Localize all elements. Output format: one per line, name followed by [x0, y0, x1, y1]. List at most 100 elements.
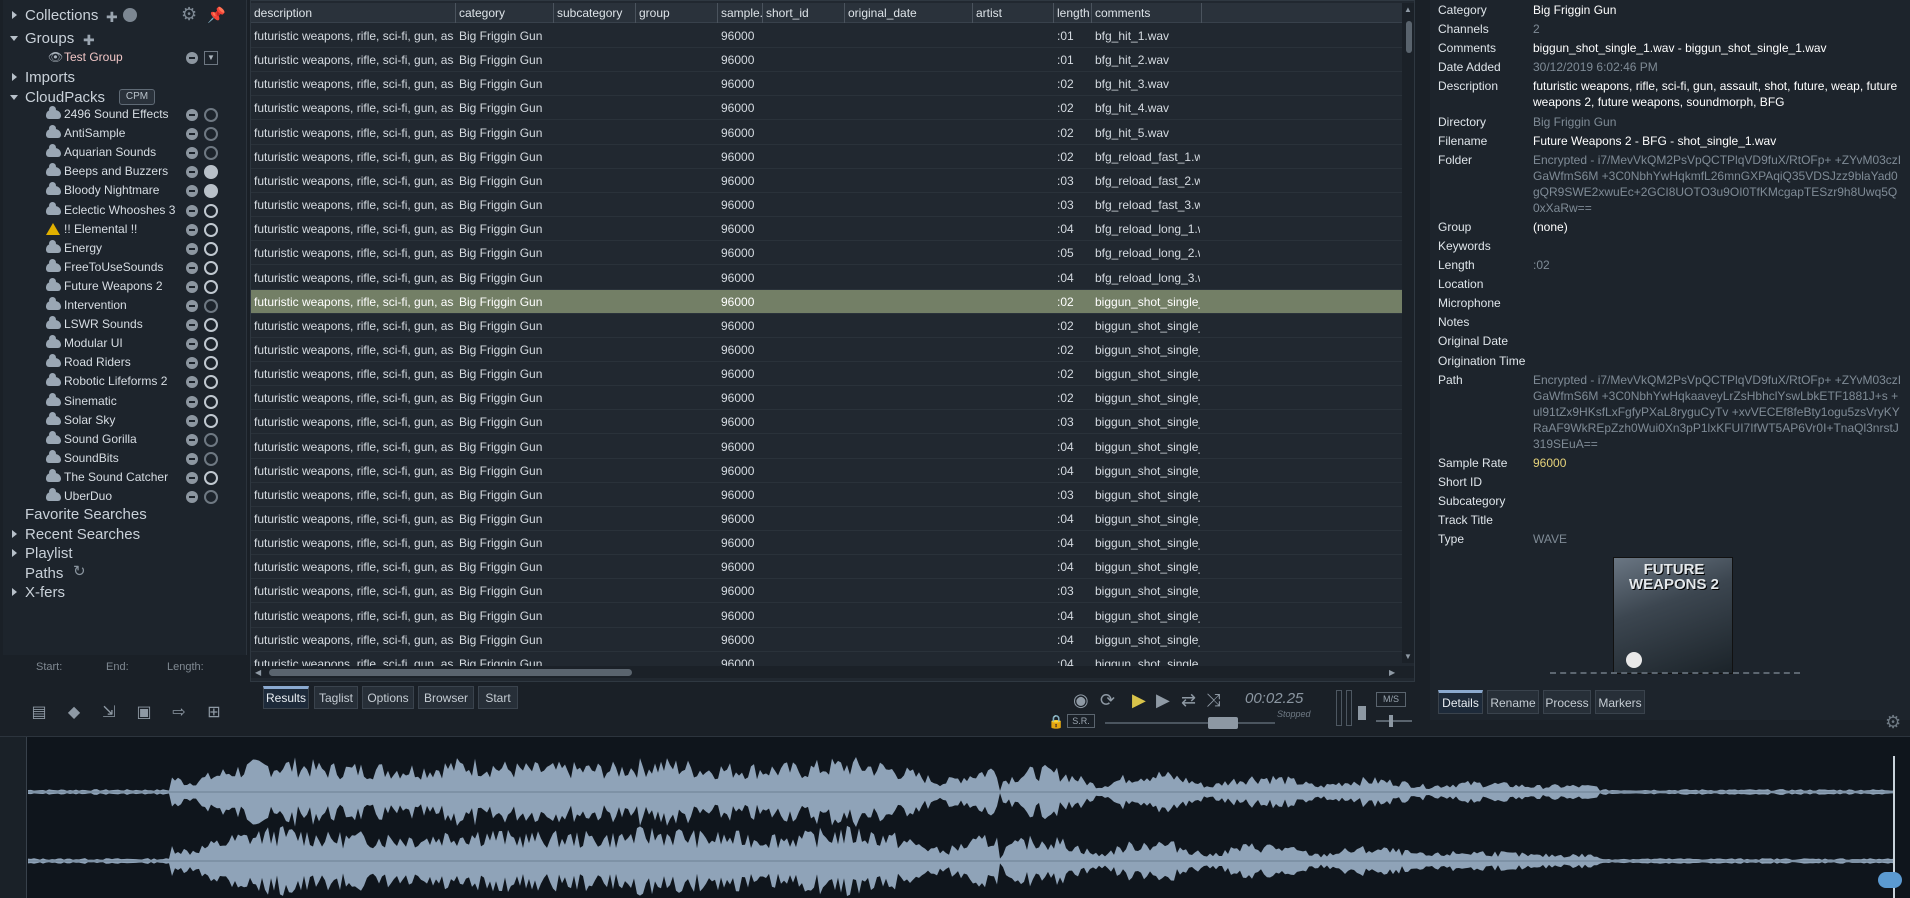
repeat-icon[interactable]: ⇄: [1181, 690, 1196, 711]
table-row[interactable]: futuristic weapons, rifle, sci-fi, gun, …: [251, 483, 1405, 507]
refresh-icon[interactable]: ↻: [73, 562, 86, 581]
collapse-arrow-icon[interactable]: [10, 95, 18, 100]
remove-icon[interactable]: [186, 109, 198, 121]
download-icon[interactable]: [204, 146, 218, 161]
collapse-arrow-icon[interactable]: [10, 36, 18, 41]
remove-icon[interactable]: [186, 147, 198, 160]
cpm-button[interactable]: CPM: [119, 89, 155, 105]
cloudpack-item[interactable]: Future Weapons 2: [3, 277, 246, 296]
download-icon[interactable]: [204, 413, 218, 428]
pin-icon[interactable]: 📌: [207, 6, 226, 25]
recent-searches-section[interactable]: Recent Searches: [3, 525, 246, 544]
table-row[interactable]: futuristic weapons, rifle, sci-fi, gun, …: [251, 48, 1405, 73]
cloudpack-item[interactable]: LSWR Sounds: [3, 315, 246, 334]
column-header[interactable]: description: [251, 3, 456, 23]
sample-rate-button[interactable]: S.R.: [1067, 714, 1095, 728]
import-icon[interactable]: ⇲: [97, 702, 121, 724]
cloudpack-item[interactable]: Sound Gorilla: [3, 430, 246, 449]
detail-value[interactable]: (none): [1533, 219, 1903, 235]
download-icon[interactable]: [204, 451, 218, 466]
cloudpack-item[interactable]: AntiSample: [3, 124, 246, 143]
table-row[interactable]: futuristic weapons, rifle, sci-fi, gun, …: [251, 579, 1405, 604]
download-icon[interactable]: [204, 394, 218, 409]
download-icon[interactable]: [204, 470, 218, 485]
paths-section[interactable]: Paths ↻: [3, 562, 246, 583]
xfers-section[interactable]: X-fers: [3, 583, 246, 602]
download-icon[interactable]: [204, 432, 218, 447]
cloudpack-item[interactable]: Beeps and Buzzers: [3, 162, 246, 181]
remove-icon[interactable]: [186, 300, 198, 312]
playlist-section[interactable]: Playlist: [3, 544, 246, 563]
tab-results[interactable]: Results: [263, 686, 309, 709]
remove-icon[interactable]: [186, 319, 198, 332]
table-row[interactable]: futuristic weapons, rifle, sci-fi, gun, …: [251, 314, 1405, 338]
gear-icon[interactable]: ⚙: [181, 5, 197, 24]
detail-value[interactable]: Big Friggin Gun: [1533, 114, 1903, 130]
table-row[interactable]: futuristic weapons, rifle, sci-fi, gun, …: [251, 24, 1405, 48]
table-row[interactable]: futuristic weapons, rifle, sci-fi, gun, …: [251, 507, 1405, 531]
record-icon[interactable]: ◉: [1073, 690, 1089, 711]
add-icon[interactable]: ✚: [106, 8, 118, 27]
remove-icon[interactable]: [186, 491, 198, 503]
remove-icon[interactable]: [186, 452, 198, 465]
column-header[interactable]: comments: [1092, 3, 1202, 23]
tab-options[interactable]: Options: [362, 686, 414, 709]
checkmark-icon[interactable]: [204, 184, 218, 199]
remove-icon[interactable]: [186, 204, 198, 217]
collections-section[interactable]: Collections ✚ ⚙ 📌: [3, 5, 246, 27]
expand-arrow-icon[interactable]: [12, 73, 17, 81]
expand-arrow-icon[interactable]: [12, 549, 17, 557]
table-row[interactable]: futuristic weapons, rifle, sci-fi, gun, …: [251, 289, 1405, 314]
table-row[interactable]: futuristic weapons, rifle, sci-fi, gun, …: [251, 241, 1405, 266]
remove-icon[interactable]: [186, 395, 198, 408]
download-icon[interactable]: [204, 375, 218, 390]
scroll-right-icon[interactable]: ▶: [1389, 668, 1395, 677]
download-icon[interactable]: [204, 299, 218, 313]
remove-icon[interactable]: [186, 261, 198, 274]
horizontal-scroll-thumb[interactable]: [269, 669, 632, 676]
download-icon[interactable]: [204, 222, 218, 237]
table-row[interactable]: futuristic weapons, rifle, sci-fi, gun, …: [251, 531, 1405, 556]
lock-icon[interactable]: 🔒: [1048, 714, 1064, 730]
detail-value[interactable]: Future Weapons 2 - BFG - shot_single_1.w…: [1533, 133, 1903, 149]
cloudpack-item[interactable]: Eclectic Whooshes 3: [3, 201, 246, 220]
export-icon[interactable]: ⇨: [167, 702, 191, 724]
download-icon[interactable]: [204, 127, 218, 142]
cloudpack-item[interactable]: Bloody Nightmare: [3, 181, 246, 200]
remove-icon[interactable]: [186, 338, 198, 351]
column-header[interactable]: group: [636, 3, 718, 23]
table-row[interactable]: futuristic weapons, rifle, sci-fi, gun, …: [251, 72, 1405, 97]
play-icon[interactable]: ▶: [1132, 690, 1146, 711]
detail-value[interactable]: Big Friggin Gun: [1533, 2, 1903, 18]
detail-value[interactable]: :02: [1533, 257, 1903, 273]
detail-value[interactable]: biggun_shot_single_1.wav - biggun_shot_s…: [1533, 40, 1903, 56]
table-row[interactable]: futuristic weapons, rifle, sci-fi, gun, …: [251, 386, 1405, 411]
loop-icon[interactable]: ⟳: [1100, 690, 1115, 711]
table-row[interactable]: futuristic weapons, rifle, sci-fi, gun, …: [251, 555, 1405, 580]
cloudpack-item[interactable]: Robotic Lifeforms 2: [3, 372, 246, 391]
volume-slider[interactable]: [1358, 706, 1366, 720]
detail-value[interactable]: Encrypted - i7/MevVkQM2PsVpQCTPlqVD9fuX/…: [1533, 372, 1903, 452]
mid-side-button[interactable]: M/S: [1376, 692, 1406, 707]
vertical-scroll-thumb[interactable]: [1406, 21, 1412, 53]
pitch-slider-track[interactable]: [1105, 722, 1275, 724]
remove-icon[interactable]: [186, 280, 198, 293]
expand-arrow-icon[interactable]: [12, 588, 17, 596]
column-header[interactable]: category: [456, 3, 554, 23]
remove-icon[interactable]: [186, 471, 198, 484]
download-icon[interactable]: [204, 203, 218, 218]
folder-icon[interactable]: ▣: [132, 702, 156, 724]
cloudpack-item[interactable]: Intervention: [3, 296, 246, 315]
download-icon[interactable]: [204, 279, 218, 294]
table-row[interactable]: futuristic weapons, rifle, sci-fi, gun, …: [251, 266, 1405, 290]
settings-gear-icon[interactable]: ⚙: [1885, 712, 1901, 733]
remove-icon[interactable]: [186, 223, 198, 236]
user-icon[interactable]: [123, 8, 137, 22]
groups-section[interactable]: Groups ✚: [3, 29, 246, 48]
download-icon[interactable]: [204, 260, 218, 275]
table-row[interactable]: futuristic weapons, rifle, sci-fi, gun, …: [251, 459, 1405, 483]
remove-icon[interactable]: [186, 166, 198, 179]
column-header[interactable]: short_id: [763, 3, 845, 23]
detail-value[interactable]: futuristic weapons, rifle, sci-fi, gun, …: [1533, 78, 1903, 110]
cloudpack-item[interactable]: Modular UI: [3, 334, 246, 353]
